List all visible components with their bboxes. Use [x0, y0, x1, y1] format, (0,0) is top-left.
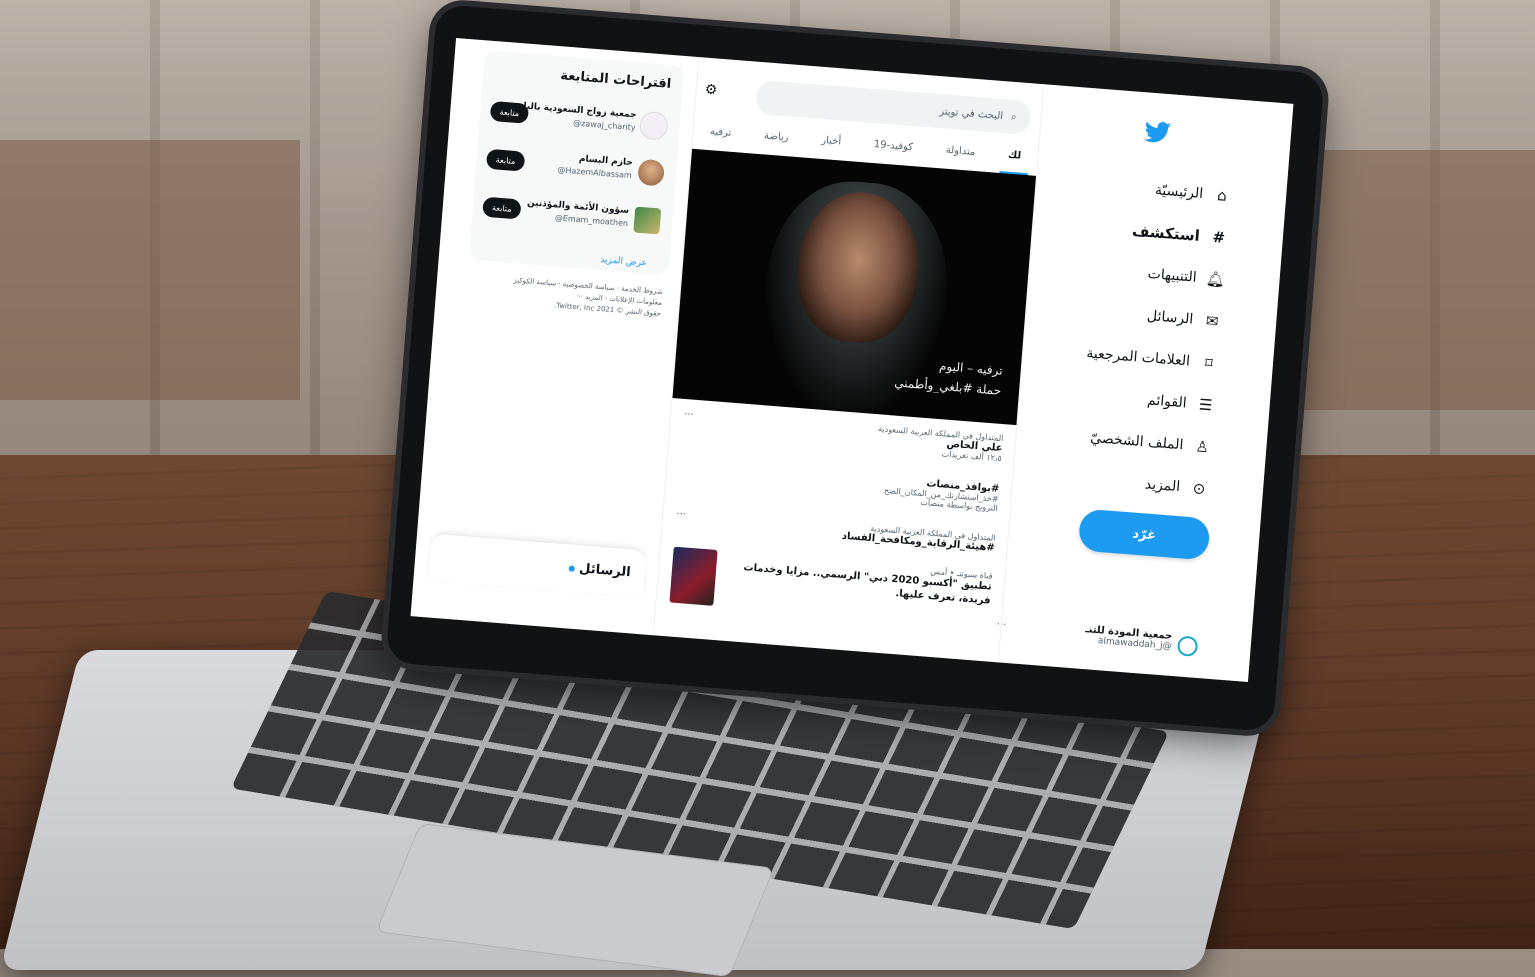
twitter-bird-icon[interactable]	[1143, 120, 1172, 144]
suggestion-name: سؤون الأئمة والمؤذنين	[526, 198, 630, 217]
nav-item-label: الملف الشخصيّ	[1089, 429, 1184, 454]
suggestion-name: حازم البسام	[578, 153, 634, 169]
nav-item-messages[interactable]: ✉ الرسائل	[1146, 307, 1222, 331]
suggestion-item[interactable]: حازم البسام @HazemAlbassam متابعة	[485, 143, 666, 197]
suggestion-handle: @HazemAlbassam	[557, 165, 633, 181]
background-window-left	[0, 140, 300, 400]
news-thumbnail	[669, 546, 718, 606]
suggestion-handle: @zawaj_charity	[572, 118, 636, 133]
suggestion-handle: @Emam_moathen	[554, 213, 629, 228]
avatar	[638, 110, 669, 141]
home-icon: ⌂	[1216, 186, 1228, 205]
profile-icon: ♙	[1194, 437, 1210, 457]
suggestion-item[interactable]: جمعية زواج السعودية بالبا @zawaj_charity…	[489, 95, 670, 149]
more-icon: ⊙	[1192, 479, 1206, 499]
list-icon: ☰	[1198, 395, 1213, 415]
nav-item-label: الرئيسيّة	[1154, 182, 1204, 203]
unread-dot-icon	[568, 564, 576, 572]
trend-item[interactable]: ··· المتداول في المملكة العربية السعودية…	[675, 509, 996, 554]
nav-item-label: التنبيهات	[1147, 265, 1198, 286]
account-switcher[interactable]: جمعية المودة للتنـ @almawaddah_j ···	[996, 618, 1199, 657]
side-column: اقتراحات المتابعة جمعية زواج السعودية با…	[428, 40, 695, 635]
nav-item-label: العلامات المرجعية	[1085, 345, 1191, 370]
tab-entertainment[interactable]: ترفيه	[708, 120, 732, 152]
nav-item-label: القوائم	[1146, 392, 1188, 412]
nav-item-profile[interactable]: ♙ الملف الشخصيّ	[1090, 429, 1212, 456]
search-icon: ⌕	[1010, 111, 1017, 123]
hero-image[interactable]: ترفيه – اليوم حملة #بلغي_وأطمني	[672, 148, 1037, 426]
follow-button[interactable]: متابعة	[485, 148, 526, 172]
tab-trending[interactable]: متداولة	[944, 139, 976, 171]
search-placeholder: البحث في تويتر	[938, 105, 1004, 122]
bell-icon: 🔔︎	[1205, 269, 1226, 289]
trend-item-promoted[interactable]: #بوافذ_منصات #خذ_استشارتك_من_المكان_الصح…	[678, 459, 1000, 513]
avatar	[633, 206, 662, 235]
more-options-icon[interactable]: ···	[676, 509, 686, 521]
nav-item-home[interactable]: ⌂ الرئيسيّة	[1154, 181, 1231, 205]
messages-drawer-label: الرسائل	[578, 561, 632, 581]
nav-item-lists[interactable]: ☰ القوائم	[1146, 391, 1215, 414]
nav-item-bookmarks[interactable]: ⌑ العلامات المرجعية	[1086, 344, 1219, 372]
hashtag-icon: #	[1211, 227, 1226, 247]
tab-sports[interactable]: رياضة	[763, 124, 790, 156]
background-window-right	[1280, 150, 1535, 410]
news-item[interactable]: قناة سبوتنـ • أمس تطبيق "أكسبو 2020 دبي"…	[668, 546, 993, 642]
hero-caption-category: ترفيه – اليوم	[938, 358, 1004, 378]
tab-for-you[interactable]: لك	[1007, 144, 1022, 175]
card-title: اقتراحات المتابعة	[559, 68, 672, 92]
tweet-button[interactable]: غرّد	[1077, 508, 1211, 561]
tab-news[interactable]: أخبار	[820, 129, 842, 160]
suggestion-item[interactable]: سؤون الأئمة والمؤذنين @Emam_moathen متاب…	[481, 191, 662, 245]
show-more-link[interactable]: عرض المزيد	[600, 255, 647, 269]
follow-button[interactable]: متابعة	[489, 100, 530, 124]
suggestion-name: جمعية زواج السعودية بالبا	[523, 101, 637, 121]
nav-item-label: الرسائل	[1146, 308, 1194, 328]
nav-item-label: المزيد	[1144, 476, 1181, 496]
footer-links: شروط الخدمة · سياسة الخصوصية · سياسة الك…	[471, 272, 663, 320]
messages-drawer[interactable]: الرسائل	[428, 532, 647, 598]
gear-icon[interactable]: ⚙	[704, 82, 718, 99]
nav-item-label: استكشف	[1131, 221, 1201, 245]
bookmark-icon: ⌑	[1204, 353, 1214, 373]
sidebar-nav: ⌂ الرئيسيّة # استكشف 🔔︎ التنبيهات ✉ الرس…	[996, 84, 1294, 682]
tab-covid[interactable]: كوفيد-19	[872, 133, 914, 166]
twitter-screen: ⌂ الرئيسيّة # استكشف 🔔︎ التنبيهات ✉ الرس…	[410, 37, 1294, 683]
more-options-icon[interactable]: ···	[684, 409, 694, 421]
who-to-follow-card: اقتراحات المتابعة جمعية زواج السعودية با…	[468, 50, 685, 276]
avatar	[637, 158, 666, 187]
main-column: ⌕ البحث في تويتر ⚙ لك متداولة كوفيد-19 أ…	[652, 57, 1045, 663]
nav-item-more[interactable]: ⊙ المزيد	[1144, 475, 1208, 498]
mail-icon: ✉	[1205, 311, 1220, 331]
nav-item-explore[interactable]: # استكشف	[1131, 222, 1228, 247]
follow-button[interactable]: متابعة	[482, 196, 522, 220]
nav-item-notifications[interactable]: 🔔︎ التنبيهات	[1147, 265, 1226, 289]
avatar	[1176, 635, 1199, 657]
